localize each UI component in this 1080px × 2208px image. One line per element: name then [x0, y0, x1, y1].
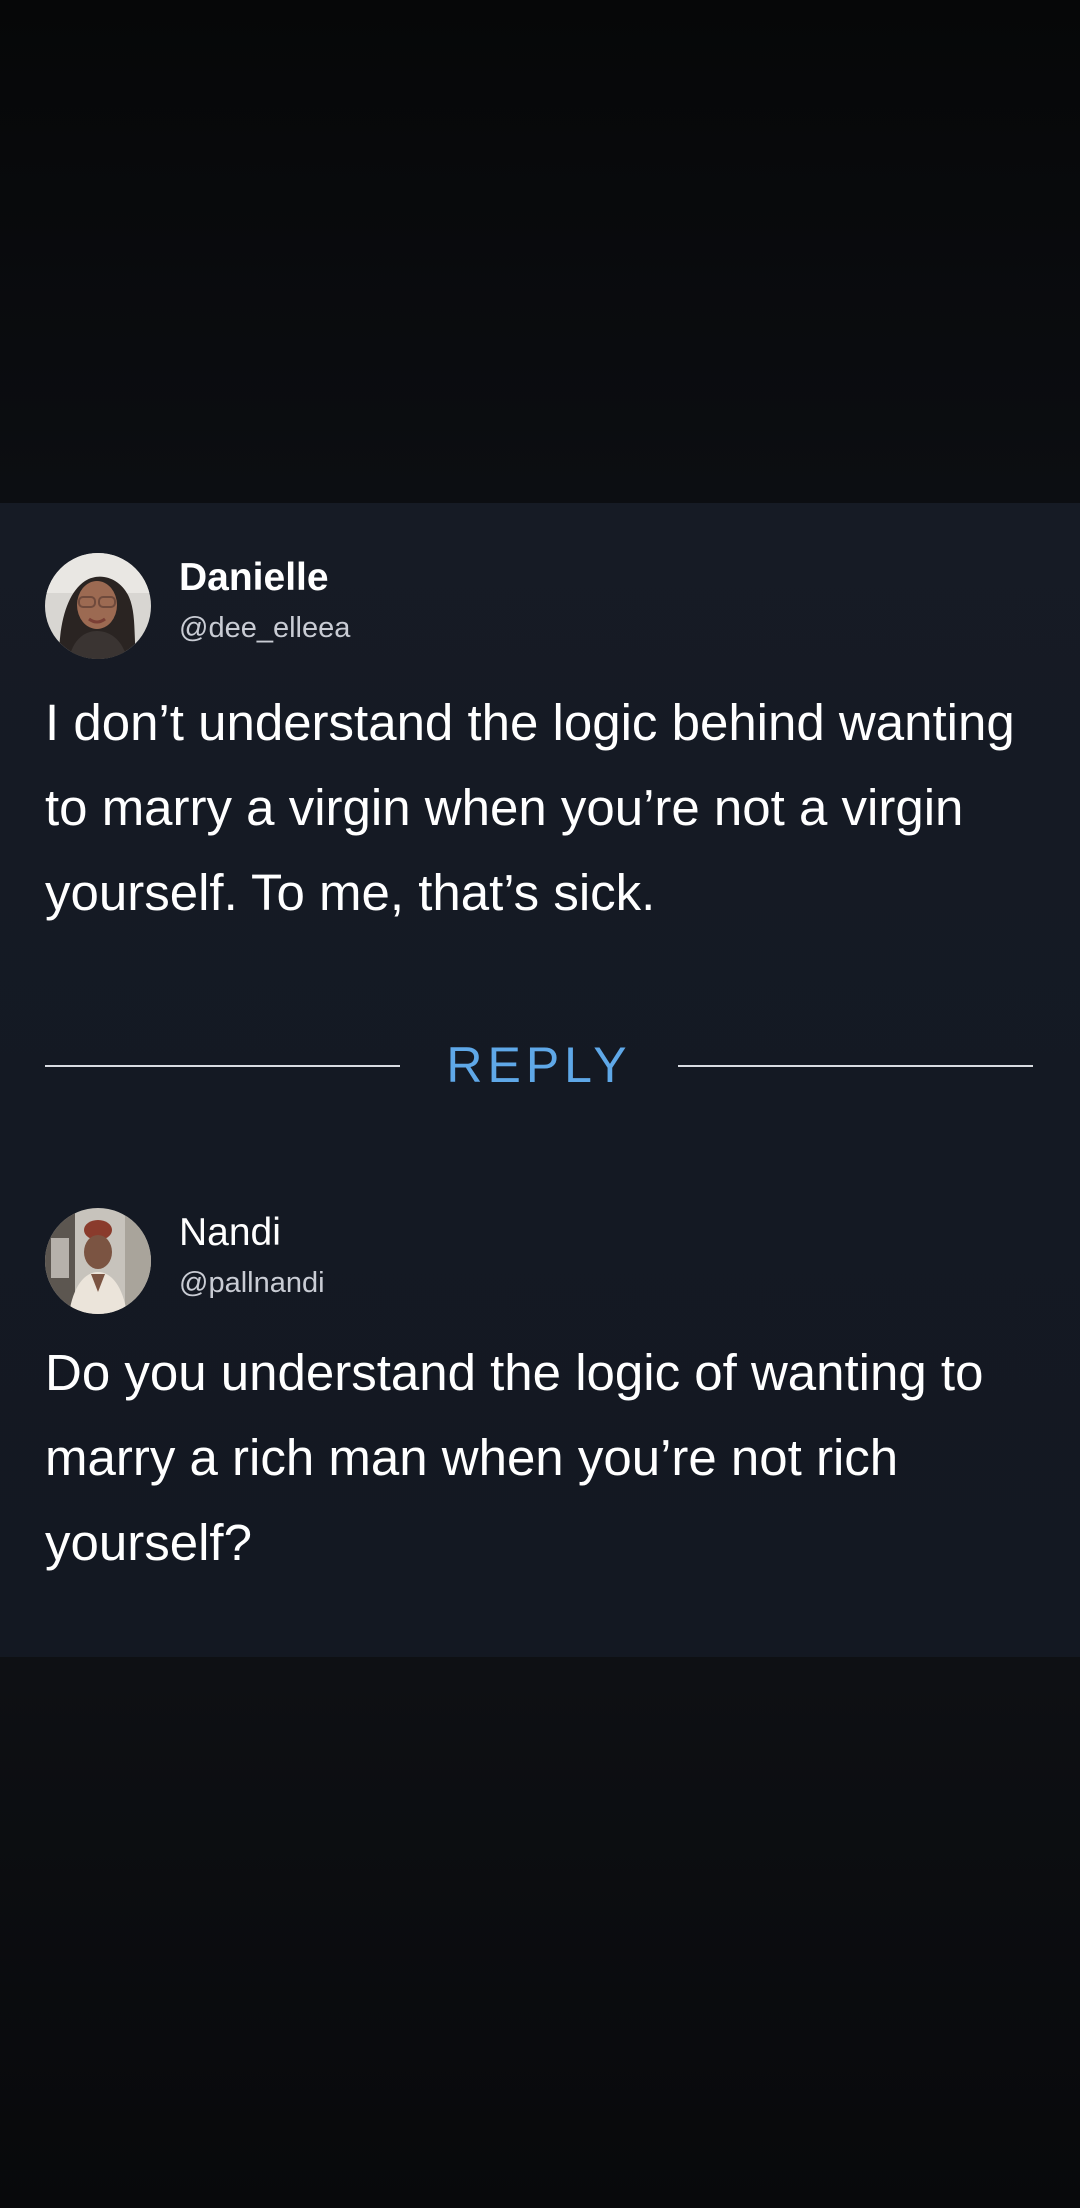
reply-divider: REPLY: [0, 1035, 1080, 1095]
post-text: Do you understand the logic of wanting t…: [45, 1344, 984, 1571]
avatar[interactable]: [45, 1208, 151, 1314]
author-name[interactable]: Danielle: [179, 555, 329, 601]
avatar-portrait-icon: [45, 1208, 151, 1314]
post-text: I don’t understand the logic behind want…: [45, 694, 1015, 921]
reply-post: Nandi @pallnandi Do you understand the l…: [0, 1208, 1080, 1571]
tweet-thread-card: Danielle @dee_elleea I don’t understand …: [0, 503, 1080, 1657]
post-author-row: Danielle @dee_elleea: [0, 553, 1080, 665]
divider-line-right: [678, 1065, 1033, 1067]
avatar[interactable]: [45, 553, 151, 659]
divider-line-left: [45, 1065, 400, 1067]
author-name[interactable]: Nandi: [179, 1210, 281, 1256]
reply-label: REPLY: [446, 1037, 632, 1093]
post-author-row: Nandi @pallnandi: [0, 1208, 1080, 1320]
author-handle[interactable]: @dee_elleea: [179, 611, 350, 645]
original-post: Danielle @dee_elleea I don’t understand …: [0, 553, 1080, 921]
author-handle[interactable]: @pallnandi: [179, 1266, 325, 1300]
avatar-portrait-icon: [45, 553, 151, 659]
page-top-backdrop: [0, 0, 1080, 503]
page-bottom-backdrop: [0, 1657, 1080, 2208]
